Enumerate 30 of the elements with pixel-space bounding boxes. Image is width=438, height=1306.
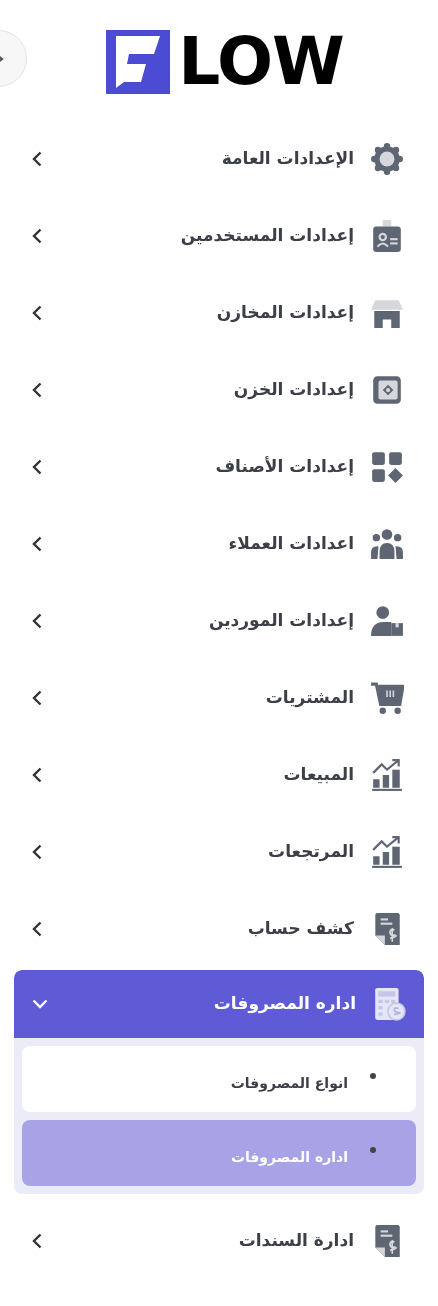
menu-item-expanded[interactable]: اداره المصروفات: [14, 970, 424, 1038]
menu-label: المرتجعات: [268, 839, 354, 864]
menu-label: المشتريات: [265, 685, 354, 710]
menu-item[interactable]: إعدادات الخزن: [14, 351, 424, 428]
menu-item[interactable]: المشتريات: [14, 659, 424, 736]
logo-text: LOW: [178, 30, 344, 94]
menu-item[interactable]: إعدادات الموردين: [14, 582, 424, 659]
menu-item[interactable]: إعدادات المخازن: [14, 274, 424, 351]
menu-item[interactable]: إعدادات الأصناف: [14, 428, 424, 505]
menu-label: إعدادات المخازن: [216, 300, 354, 324]
menu-label: إعدادات الخزن: [233, 377, 354, 402]
menu-label: اداره المصروفات: [213, 992, 356, 1016]
menu-label: الإعدادات العامة: [221, 146, 354, 170]
submenu-item[interactable]: انواع المصروفات: [22, 1046, 416, 1112]
menu-label: إعدادات الأصناف: [215, 454, 354, 478]
menu-item[interactable]: المبيعات: [14, 736, 424, 813]
menu-label: ادارة السندات: [238, 1228, 354, 1252]
menu-label: اعدادات العملاء: [228, 531, 354, 555]
menu-label: إعدادات المستخدمين: [180, 223, 354, 248]
menu-item[interactable]: الإعدادات العامة: [14, 120, 424, 197]
submenu-label: اداره المصروفات: [230, 1147, 348, 1168]
menu-item[interactable]: اعدادات العملاء: [14, 505, 424, 582]
menu-label: إعدادات الموردين: [208, 608, 354, 633]
menu-item[interactable]: ادارة السندات: [14, 1202, 424, 1279]
menu-item[interactable]: إعدادات المستخدمين: [14, 197, 424, 274]
submenu-label: انواع المصروفات: [230, 1073, 348, 1094]
menu-label: المبيعات: [283, 762, 354, 786]
menu-item[interactable]: المرتجعات: [14, 813, 424, 890]
menu-label: كشف حساب: [247, 916, 354, 940]
menu-item[interactable]: كشف حساب: [14, 890, 424, 967]
